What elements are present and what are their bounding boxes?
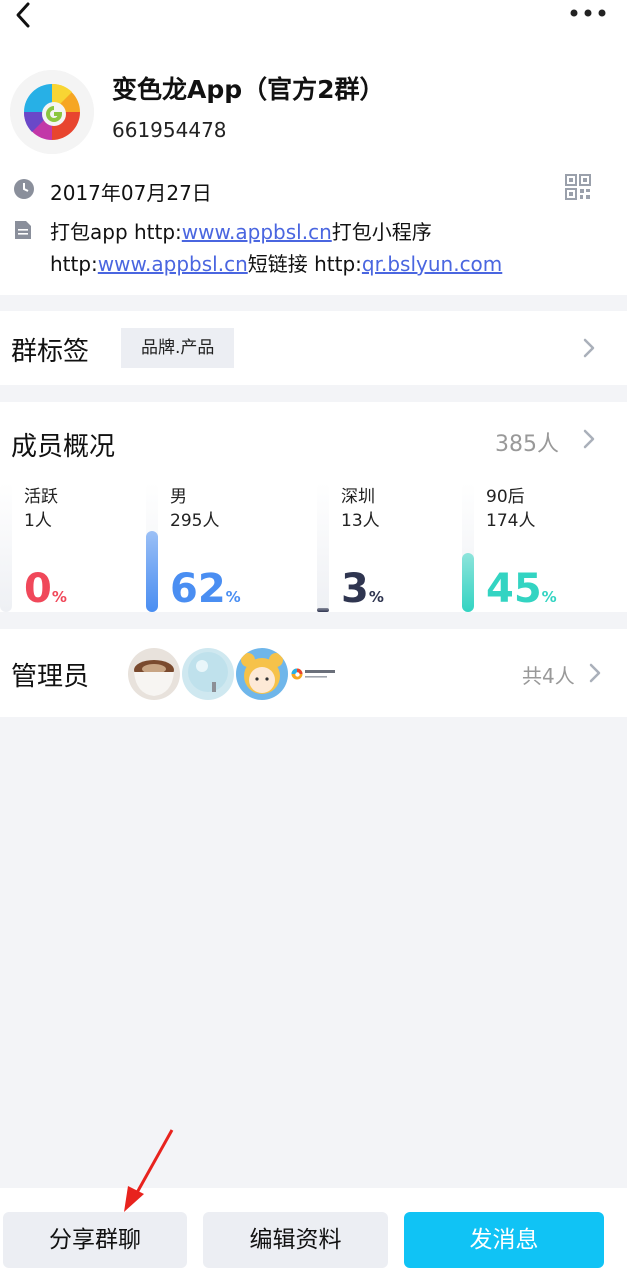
desc-text: 短链接 http: <box>247 252 362 276</box>
stat-percent: 3% <box>341 566 384 612</box>
bottom-action-bar: 分享群聊 编辑资料 发消息 <box>0 1188 627 1287</box>
stat-percent: 45% <box>486 566 557 612</box>
group-name: 变色龙App（官方2群） <box>112 75 385 104</box>
chevron-right-icon[interactable] <box>582 337 596 359</box>
bubble-avatar-icon <box>182 648 234 700</box>
member-overview-title: 成员概况 <box>11 432 116 462</box>
group-tags-title: 群标签 <box>11 337 90 367</box>
tag-chip: 品牌.产品 <box>121 328 235 368</box>
stat-bar-fill <box>317 608 329 612</box>
stat-bar-track <box>0 482 12 612</box>
chevron-right-icon[interactable] <box>588 662 602 684</box>
stat-label: 活跃 <box>24 487 58 507</box>
stat-label: 深圳 <box>341 487 375 507</box>
group-description: 打包app http:www.appbsl.cn打包小程序 http:www.a… <box>50 216 610 280</box>
link-appbsl-2[interactable]: www.appbsl.cn <box>98 252 248 276</box>
member-overview[interactable]: 成员概况 385人 活跃 1人 0% 男 295人 62% 深圳 13人 3% … <box>0 402 627 612</box>
stat-value: 13人 <box>341 511 380 531</box>
stat-90s: 90后 174人 45% <box>462 482 612 612</box>
desc-text: 打包app http: <box>50 220 182 244</box>
admin-avatar[interactable] <box>128 648 180 700</box>
group-profile: 变色龙App（官方2群） 661954478 2017年07月27日 打包app… <box>0 40 627 295</box>
stat-value: 174人 <box>486 511 536 531</box>
stat-active: 活跃 1人 0% <box>0 482 150 612</box>
desc-text: 打包小程序 <box>331 220 432 244</box>
top-bar <box>0 0 627 40</box>
chevron-right-icon[interactable] <box>582 428 596 450</box>
admin-avatar[interactable] <box>236 648 288 700</box>
edit-profile-button[interactable]: 编辑资料 <box>203 1212 388 1268</box>
admin-avatar[interactable] <box>182 648 234 700</box>
coffee-cup-avatar-icon <box>128 648 180 700</box>
link-bslyun[interactable]: qr.bslyun.com <box>362 252 502 276</box>
desc-text: http: <box>50 252 98 276</box>
stat-shenzhen: 深圳 13人 3% <box>317 482 467 612</box>
stat-bar-fill <box>462 553 474 612</box>
back-arrow-icon[interactable] <box>10 0 38 30</box>
stat-bar-track <box>317 482 329 612</box>
group-tags-row[interactable]: 群标签 品牌.产品 <box>0 311 627 385</box>
admins-title: 管理员 <box>11 662 90 692</box>
clock-icon <box>14 179 34 199</box>
chameleon-logo-icon <box>10 70 94 154</box>
stat-percent: 0% <box>24 566 67 612</box>
group-avatar[interactable] <box>10 70 94 154</box>
more-dots-icon[interactable] <box>568 8 608 18</box>
cartoon-girl-avatar-icon <box>236 648 288 700</box>
member-count: 385人 <box>495 432 559 457</box>
stat-label: 90后 <box>486 487 525 507</box>
stat-bar-fill <box>146 531 158 612</box>
send-message-button[interactable]: 发消息 <box>404 1212 604 1268</box>
link-appbsl-1[interactable]: www.appbsl.cn <box>182 220 332 244</box>
admin-total: 共4人 <box>522 664 575 688</box>
stat-value: 1人 <box>24 511 52 531</box>
created-date: 2017年07月27日 <box>50 181 212 205</box>
stat-value: 295人 <box>170 511 220 531</box>
admins-row[interactable]: 管理员 共4人 <box>0 629 627 717</box>
stat-male: 男 295人 62% <box>146 482 296 612</box>
share-group-button[interactable]: 分享群聊 <box>3 1212 187 1268</box>
group-id: 661954478 <box>112 118 227 142</box>
stat-label: 男 <box>170 487 187 507</box>
annotation-arrow-icon <box>124 1129 174 1212</box>
qr-code-icon[interactable] <box>565 174 591 200</box>
document-icon <box>15 221 31 239</box>
stat-percent: 62% <box>170 566 241 612</box>
chameleon-brand-logo-icon <box>291 668 335 680</box>
